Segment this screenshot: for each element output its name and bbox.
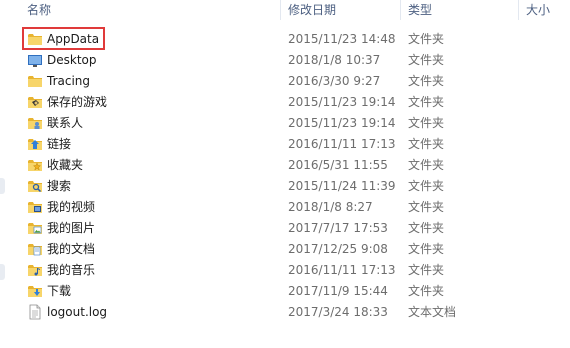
folder-icon — [27, 73, 43, 89]
file-name[interactable]: 我的音乐 — [47, 260, 95, 281]
column-divider[interactable] — [280, 0, 281, 20]
downloads-folder-icon — [27, 283, 43, 299]
favorites-folder-icon — [27, 157, 43, 173]
file-modified-date: 2017/3/24 18:33 — [288, 305, 388, 319]
file-row[interactable]: 我的音乐 2016/11/11 17:13 文件夹 — [0, 260, 570, 281]
file-modified-date: 2017/11/9 15:44 — [288, 284, 388, 298]
file-type: 文件夹 — [408, 200, 445, 214]
file-modified-date: 2018/1/8 10:37 — [288, 53, 381, 67]
file-name[interactable]: Desktop — [47, 50, 97, 71]
music-folder-icon — [27, 262, 43, 278]
file-row[interactable]: 下载 2017/11/9 15:44 文件夹 — [0, 281, 570, 302]
file-type: 文件夹 — [408, 179, 445, 193]
file-name[interactable]: AppData — [47, 29, 99, 50]
file-name[interactable]: 联系人 — [47, 113, 83, 134]
file-name[interactable]: 收藏夹 — [47, 155, 83, 176]
file-modified-date: 2016/5/31 11:55 — [288, 158, 388, 172]
file-explorer: 名称 ⌃ 修改日期 类型 大小 AppData 2015/11/23 14:48 文… — [0, 0, 570, 348]
file-type: 文件夹 — [408, 116, 445, 130]
videos-folder-icon — [27, 199, 43, 215]
saved-games-folder-icon — [27, 94, 43, 110]
file-type: 文件夹 — [408, 263, 445, 277]
contacts-folder-icon — [27, 115, 43, 131]
file-name[interactable]: 链接 — [47, 134, 71, 155]
text-file-icon — [27, 304, 43, 320]
file-name[interactable]: 我的图片 — [47, 218, 95, 239]
documents-folder-icon — [27, 241, 43, 257]
file-modified-date: 2018/1/8 8:27 — [288, 200, 373, 214]
file-type: 文件夹 — [408, 95, 445, 109]
navigation-pane-edge — [0, 178, 5, 194]
file-modified-date: 2017/7/17 17:53 — [288, 221, 388, 235]
file-type: 文件夹 — [408, 158, 445, 172]
file-modified-date: 2016/11/11 17:13 — [288, 263, 396, 277]
file-row[interactable]: 保存的游戏 2015/11/23 19:14 文件夹 — [0, 92, 570, 113]
file-name[interactable]: 保存的游戏 — [47, 92, 107, 113]
file-modified-date: 2015/11/23 14:48 — [288, 32, 396, 46]
navigation-pane-edge — [0, 264, 5, 280]
column-header-size[interactable]: 大小 — [526, 0, 550, 20]
file-row[interactable]: 联系人 2015/11/23 19:14 文件夹 — [0, 113, 570, 134]
file-type: 文件夹 — [408, 32, 445, 46]
file-row[interactable]: Tracing 2016/3/30 9:27 文件夹 — [0, 71, 570, 92]
links-folder-icon — [27, 136, 43, 152]
file-modified-date: 2016/3/30 9:27 — [288, 74, 381, 88]
file-modified-date: 2015/11/23 19:14 — [288, 116, 396, 130]
file-type: 文件夹 — [408, 137, 445, 151]
file-modified-date: 2015/11/24 11:39 — [288, 179, 396, 193]
pictures-folder-icon — [27, 220, 43, 236]
column-divider[interactable] — [518, 0, 519, 20]
desktop-folder-icon — [27, 52, 43, 68]
file-row[interactable]: 我的图片 2017/7/17 17:53 文件夹 — [0, 218, 570, 239]
file-name[interactable]: 下载 — [47, 281, 71, 302]
file-type: 文件夹 — [408, 221, 445, 235]
file-row[interactable]: logout.log 2017/3/24 18:33 文本文档 — [0, 302, 570, 323]
file-modified-date: 2015/11/23 19:14 — [288, 95, 396, 109]
column-divider[interactable] — [400, 0, 401, 20]
file-row[interactable]: 我的视频 2018/1/8 8:27 文件夹 — [0, 197, 570, 218]
file-type: 文件夹 — [408, 242, 445, 256]
file-modified-date: 2016/11/11 17:13 — [288, 137, 396, 151]
searches-folder-icon — [27, 178, 43, 194]
file-row[interactable]: Desktop 2018/1/8 10:37 文件夹 — [0, 50, 570, 71]
file-name[interactable]: Tracing — [47, 71, 90, 92]
file-modified-date: 2017/12/25 9:08 — [288, 242, 388, 256]
file-type: 文件夹 — [408, 53, 445, 67]
file-type: 文件夹 — [408, 74, 445, 88]
file-row[interactable]: 搜索 2015/11/24 11:39 文件夹 — [0, 176, 570, 197]
file-row[interactable]: AppData 2015/11/23 14:48 文件夹 — [0, 29, 570, 50]
file-name[interactable]: 搜索 — [47, 176, 71, 197]
column-header-modified[interactable]: 修改日期 — [288, 0, 336, 20]
file-row[interactable]: 链接 2016/11/11 17:13 文件夹 — [0, 134, 570, 155]
column-header-bar: 名称 ⌃ 修改日期 类型 大小 — [0, 0, 570, 22]
file-type: 文本文档 — [408, 305, 457, 319]
column-header-name[interactable]: 名称 — [27, 0, 51, 20]
folder-icon — [27, 31, 43, 47]
file-row[interactable]: 收藏夹 2016/5/31 11:55 文件夹 — [0, 155, 570, 176]
sort-chevron-up-icon: ⌃ — [148, 0, 156, 6]
column-header-type[interactable]: 类型 — [408, 0, 432, 20]
file-type: 文件夹 — [408, 284, 445, 298]
file-row[interactable]: 我的文档 2017/12/25 9:08 文件夹 — [0, 239, 570, 260]
file-name[interactable]: 我的文档 — [47, 239, 95, 260]
file-name[interactable]: logout.log — [47, 302, 107, 323]
file-name[interactable]: 我的视频 — [47, 197, 95, 218]
